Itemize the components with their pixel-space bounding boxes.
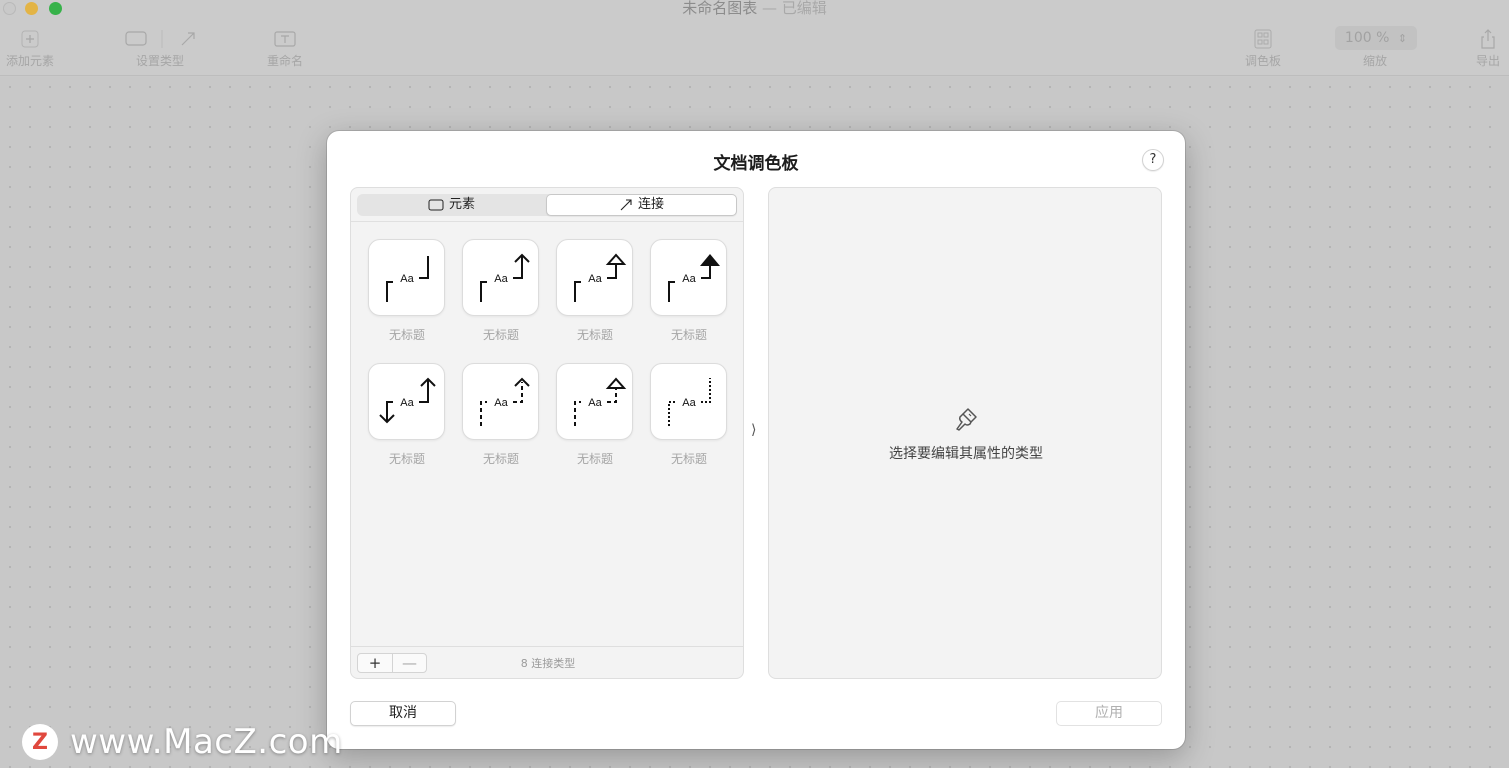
tile-label: 无标题 (576, 328, 613, 342)
edited-status: 已编辑 (781, 0, 827, 17)
connection-type-tile[interactable]: Aa 无标题 (556, 363, 634, 466)
svg-text:Aa: Aa (588, 397, 602, 409)
element-shape-icon (428, 199, 444, 211)
segmented-control: 元素 连接 (357, 194, 737, 216)
properties-panel: 选择要编辑其属性的类型 (768, 187, 1162, 679)
help-button[interactable]: ? (1142, 149, 1164, 171)
connection-arrow-icon: Aa (480, 253, 530, 302)
tile-label: 无标题 (482, 452, 519, 466)
connection-dashed-arrow-icon: Aa (480, 377, 530, 426)
connection-open-arrow-icon: Aa (574, 253, 627, 302)
sheet-title: 文档调色板 (713, 154, 799, 174)
connection-type-tile[interactable]: Aa 无标题 (650, 239, 728, 342)
tab-elements-label: 元素 (448, 197, 475, 212)
tile-preview: Aa (556, 239, 633, 316)
connection-type-tile[interactable]: Aa 无标题 (650, 363, 728, 466)
window-title: 未命名图表 — 已编辑 (0, 0, 1509, 16)
export-label: 导出 (1475, 54, 1500, 68)
plus-icon (21, 30, 39, 48)
tile-preview: Aa (650, 363, 727, 440)
paintbrush-icon (956, 408, 977, 431)
title-separator: — (762, 0, 777, 17)
tile-label: 无标题 (670, 452, 707, 466)
connection-filled-arrow-icon: Aa (668, 254, 720, 302)
add-element-label: 添加元素 (5, 54, 54, 68)
connection-dotted-icon: Aa (668, 378, 711, 426)
svg-text:Aa: Aa (682, 397, 696, 409)
set-type-label: 设置类型 (135, 54, 184, 68)
stepper-chevrons-icon: ⇕ (1397, 32, 1408, 45)
apply-button[interactable]: 应用 (1056, 701, 1162, 726)
tile-preview: Aa (462, 363, 539, 440)
zoom-stepper[interactable]: 100 % ⇕ (1335, 26, 1417, 50)
connection-type-tile[interactable]: Aa 无标题 (556, 239, 634, 342)
zoom-value: 100 % (1344, 30, 1390, 46)
connection-dashed-open-arrow-icon: Aa (574, 377, 627, 426)
type-count: 8 连接类型 (520, 657, 576, 670)
connection-type-tile[interactable]: Aa 无标题 (462, 239, 540, 342)
connection-type-tile[interactable]: Aa 无标题 (462, 363, 540, 466)
cancel-button[interactable]: 取消 (350, 701, 456, 726)
connection-arrow-small-icon (620, 199, 632, 211)
zoom-label: 缩放 (1362, 54, 1387, 68)
title-bar: 未命名图表 — 已编辑 添加元素 设置类型 重命名 调色板 100 % ⇕ 缩放… (0, 0, 1509, 76)
tile-preview: Aa (462, 239, 539, 316)
tile-label: 无标题 (576, 452, 613, 466)
palette-grid-icon (1254, 29, 1272, 49)
tile-preview: Aa (368, 363, 445, 440)
svg-text:Aa: Aa (400, 273, 414, 285)
tile-label: 无标题 (670, 328, 707, 342)
document-palette-sheet: 文档调色板 ? 元素 连接 Aa 无标题 Aa 无标题 Aa 无标题 Aa 无标… (327, 131, 1185, 749)
tile-label: 无标题 (388, 452, 425, 466)
tile-preview: Aa (368, 239, 445, 316)
palette-label: 调色板 (1244, 54, 1281, 68)
collapse-chevron-icon[interactable]: ⟩ (751, 422, 756, 438)
list-footer: + — 8 连接类型 (351, 646, 743, 678)
svg-text:Aa: Aa (400, 397, 414, 409)
connection-plain-icon: Aa (386, 256, 429, 302)
zoom-control: 缩放 (1350, 54, 1400, 68)
export-button[interactable]: 导出 (1472, 28, 1504, 68)
add-element-button[interactable]: 添加元素 (4, 28, 56, 68)
rename-label: 重命名 (266, 54, 303, 68)
tile-preview: Aa (650, 239, 727, 316)
watermark-text: www.MacZ.com (70, 722, 343, 762)
connection-type-tile[interactable]: Aa 无标题 (368, 239, 446, 342)
svg-text:Aa: Aa (494, 397, 508, 409)
connection-bidirectional-icon: Aa (379, 377, 436, 424)
tile-label: 无标题 (388, 328, 425, 342)
svg-text:Aa: Aa (588, 273, 602, 285)
divider (351, 221, 743, 222)
rename-icon (274, 31, 296, 47)
document-name: 未命名图表 (682, 0, 758, 17)
svg-text:Aa: Aa (494, 273, 508, 285)
watermark: Z www.MacZ.com (22, 722, 343, 762)
tab-elements[interactable]: 元素 (357, 194, 546, 216)
type-shape-icon (125, 30, 195, 48)
watermark-logo-icon: Z (22, 724, 58, 760)
empty-state-text: 选择要编辑其属性的类型 (889, 446, 1043, 462)
tab-connections-label: 连接 (637, 197, 664, 212)
share-icon (1481, 29, 1495, 49)
tile-preview: Aa (556, 363, 633, 440)
type-list-panel: 元素 连接 Aa 无标题 Aa 无标题 Aa 无标题 Aa 无标题 Aa 无标题… (350, 187, 744, 679)
tile-label: 无标题 (482, 328, 519, 342)
rename-button[interactable]: 重命名 (264, 28, 306, 68)
palette-button[interactable]: 调色板 (1242, 28, 1284, 68)
tab-connections[interactable]: 连接 (546, 194, 737, 216)
svg-text:Aa: Aa (682, 273, 696, 285)
connection-type-tile[interactable]: Aa 无标题 (368, 363, 446, 466)
set-type-button[interactable]: 设置类型 (118, 28, 202, 68)
